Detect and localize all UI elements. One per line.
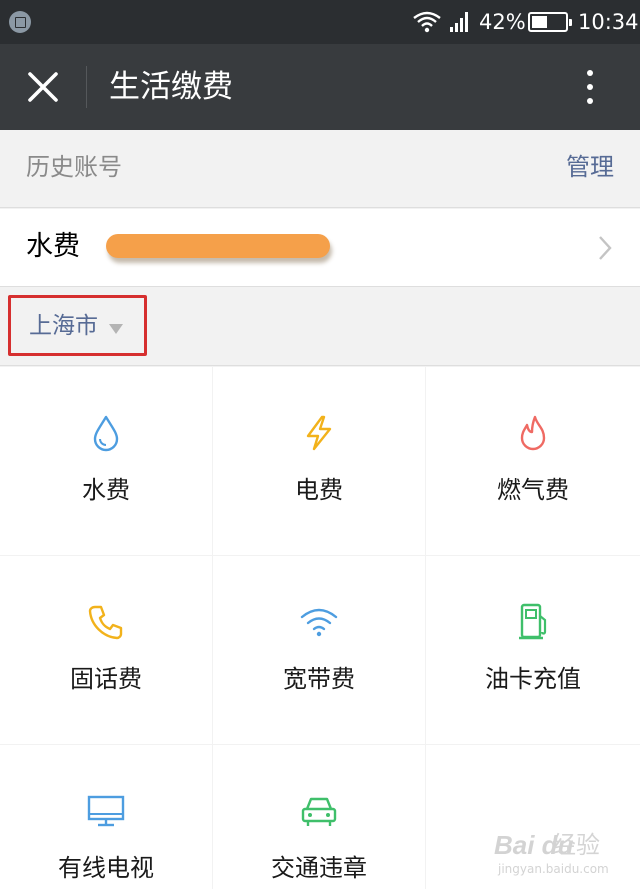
service-landline[interactable]: 固话费 (0, 556, 212, 744)
gallery-notification-icon (9, 11, 31, 33)
flame-icon (520, 415, 546, 451)
battery-icon (528, 12, 572, 32)
fuel-pump-icon (519, 603, 547, 640)
close-icon[interactable] (22, 66, 64, 108)
service-fuel-card[interactable]: 油卡充值 (426, 556, 640, 744)
title-bar: 生活缴费 (0, 44, 640, 130)
service-water[interactable]: 水费 (0, 367, 212, 555)
clock: 10:34 (578, 10, 639, 34)
chevron-right-icon (599, 236, 612, 260)
watermark-url: jingyan.baidu.com (498, 862, 609, 876)
city-name: 上海市 (29, 313, 98, 339)
city-selector[interactable]: 上海市 (8, 295, 147, 356)
dropdown-triangle-icon (109, 324, 123, 334)
service-traffic-violation[interactable]: 交通违章 (213, 745, 425, 889)
service-label: 有线电视 (58, 854, 154, 882)
service-cable-tv[interactable]: 有线电视 (0, 745, 212, 889)
battery-percent: 42% (479, 10, 526, 34)
history-accounts-title: 历史账号 (26, 153, 122, 181)
title-divider (86, 66, 87, 108)
wifi-icon (300, 608, 338, 637)
history-accounts-header: 历史账号 管理 (0, 130, 640, 208)
service-label: 电费 (295, 476, 343, 504)
manage-button[interactable]: 管理 (566, 151, 614, 183)
signal-icon (450, 12, 468, 32)
service-label: 燃气费 (497, 476, 569, 504)
watermark-text: 经验 (552, 831, 600, 859)
more-vertical-icon[interactable] (572, 66, 608, 108)
service-label: 交通违章 (271, 854, 367, 882)
car-icon (301, 797, 337, 826)
service-label: 固话费 (70, 665, 142, 693)
service-electricity[interactable]: 电费 (213, 367, 425, 555)
services-grid: 水费 电费 燃气费 固话费 宽带费 油卡充值 有线电视 交通违章 (0, 367, 640, 889)
service-label: 油卡充值 (485, 665, 581, 693)
history-account-row[interactable]: 水费 (0, 209, 640, 287)
service-broadband[interactable]: 宽带费 (213, 556, 425, 744)
city-selector-row: 上海市 (0, 288, 640, 366)
phone-icon (88, 605, 123, 640)
status-bar: 42% 10:34 (0, 0, 640, 44)
water-drop-icon (93, 415, 119, 452)
redacted-account-number (106, 234, 330, 258)
tv-monitor-icon (87, 795, 125, 827)
baidu-jingyan-watermark: Bai du 经验 jingyan.baidu.com (494, 828, 634, 884)
service-label: 水费 (82, 476, 130, 504)
wifi-icon (413, 11, 441, 33)
service-gas[interactable]: 燃气费 (426, 367, 640, 555)
account-type-label: 水费 (26, 231, 80, 262)
page-title: 生活缴费 (109, 69, 233, 105)
lightning-icon (306, 415, 332, 451)
service-label: 宽带费 (283, 665, 355, 693)
